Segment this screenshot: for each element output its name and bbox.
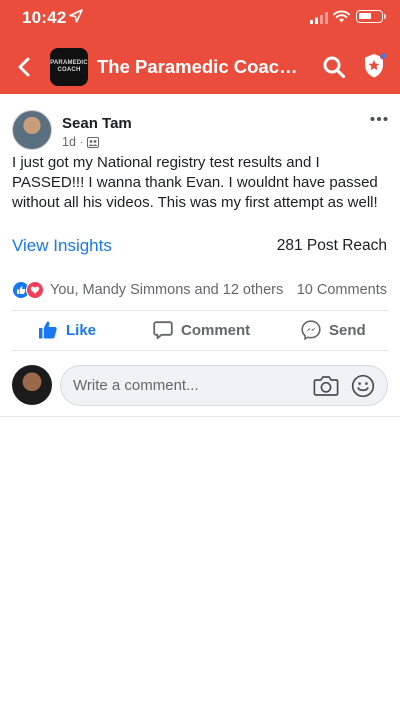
divider bbox=[12, 310, 388, 311]
app-header: 10:42 PARAMEDIC COACH The Paramedic Coac… bbox=[0, 0, 400, 94]
post-meta: 1d · bbox=[62, 135, 100, 149]
cellular-signal-icon bbox=[310, 12, 328, 24]
group-title[interactable]: The Paramedic Coach I... bbox=[97, 56, 302, 78]
comment-label: Comment bbox=[181, 321, 251, 339]
like-button[interactable]: Like bbox=[38, 320, 96, 340]
group-avatar-line-1: PARAMEDIC bbox=[50, 60, 88, 66]
comment-composer[interactable] bbox=[60, 365, 388, 406]
emoji-icon[interactable] bbox=[351, 374, 375, 398]
search-icon[interactable] bbox=[322, 55, 346, 79]
more-horizontal-icon[interactable] bbox=[370, 116, 388, 122]
battery-icon bbox=[356, 10, 386, 23]
post-body: I just got my National registry test res… bbox=[12, 154, 378, 211]
post-actions: Like Comment Send bbox=[0, 312, 400, 350]
post-timestamp[interactable]: 1d bbox=[62, 135, 76, 149]
comments-count[interactable]: 10 Comments bbox=[297, 282, 387, 298]
author-name[interactable]: Sean Tam bbox=[62, 115, 132, 132]
reaction-icons[interactable] bbox=[12, 281, 44, 299]
camera-icon[interactable] bbox=[313, 374, 339, 398]
reactions-summary[interactable]: You, Mandy Simmons and 12 others bbox=[50, 282, 283, 298]
group-audience-icon bbox=[87, 136, 100, 148]
comment-input[interactable] bbox=[73, 377, 303, 394]
send-label: Send bbox=[329, 321, 366, 339]
wifi-icon bbox=[333, 10, 350, 23]
current-user-avatar[interactable] bbox=[12, 365, 52, 405]
view-insights-link[interactable]: View Insights bbox=[12, 236, 112, 256]
divider bbox=[12, 350, 388, 351]
like-label: Like bbox=[66, 321, 97, 339]
heart-reaction-icon bbox=[26, 281, 44, 299]
chevron-left-icon[interactable] bbox=[14, 56, 36, 78]
comment-bubble-icon bbox=[153, 321, 173, 340]
author-avatar[interactable] bbox=[12, 110, 52, 150]
messenger-icon bbox=[301, 320, 321, 340]
thumbs-up-icon bbox=[39, 321, 57, 339]
comment-button[interactable]: Comment bbox=[153, 320, 250, 340]
status-time: 10:42 bbox=[22, 8, 67, 27]
group-avatar[interactable]: PARAMEDIC COACH bbox=[50, 48, 88, 86]
post-reach: 281 Post Reach bbox=[276, 237, 387, 254]
section-divider bbox=[0, 416, 400, 417]
location-arrow-icon bbox=[69, 9, 83, 23]
admin-badge-icon[interactable] bbox=[361, 51, 389, 81]
group-avatar-line-2: COACH bbox=[57, 67, 81, 73]
status-bar: 10:42 bbox=[0, 0, 400, 36]
meta-separator: · bbox=[79, 136, 84, 148]
send-button[interactable]: Send bbox=[301, 320, 366, 340]
